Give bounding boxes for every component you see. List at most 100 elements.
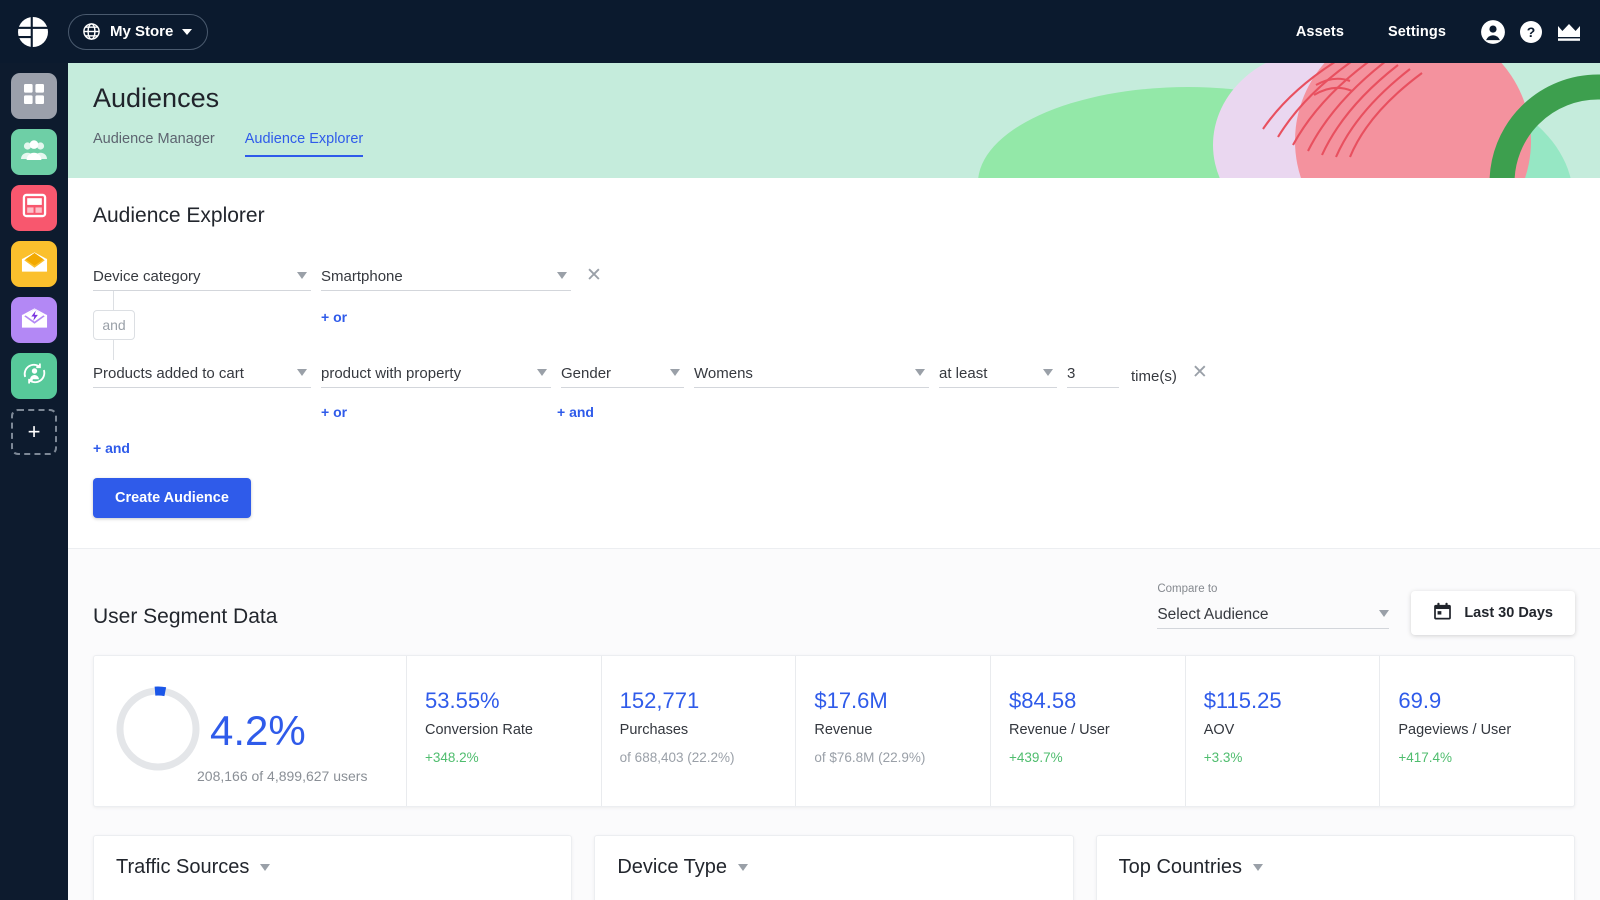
- property-type-select[interactable]: product with property: [321, 359, 551, 388]
- remove-filter-row-1-icon[interactable]: ✕: [583, 266, 605, 288]
- metrics-strip: 4.2% 208,166 of 4,899,627 users 53.55% C…: [93, 655, 1575, 807]
- user-segment-data-section: User Segment Data Compare to Select Audi…: [68, 549, 1600, 629]
- store-selector[interactable]: My Store: [68, 14, 208, 50]
- metric-delta: +348.2%: [425, 750, 601, 765]
- chevron-down-icon: [1379, 610, 1389, 617]
- chevron-down-icon: [260, 864, 270, 871]
- grid-logo-icon[interactable]: [16, 15, 50, 49]
- segment-header: User Segment Data Compare to Select Audi…: [93, 583, 1575, 629]
- metric-label: AOV: [1204, 722, 1380, 738]
- panel-title-selector[interactable]: Device Type: [617, 856, 748, 879]
- add-or-row-1[interactable]: + or: [321, 309, 347, 325]
- panel-title-selector[interactable]: Traffic Sources: [116, 856, 270, 879]
- chevron-down-icon: [182, 29, 192, 35]
- comparator-select[interactable]: at least: [939, 359, 1057, 388]
- compare-audience-select[interactable]: Select Audience: [1157, 601, 1389, 629]
- event-select[interactable]: Products added to cart: [93, 359, 311, 388]
- calendar-icon: [1433, 602, 1452, 625]
- panel-title-label: Device Type: [617, 856, 727, 879]
- sidebar-item-email[interactable]: [11, 241, 57, 287]
- chevron-down-icon: [297, 369, 307, 376]
- metric-label: Pageviews / User: [1398, 722, 1574, 738]
- segment-percentage-value: 4.2%: [210, 710, 306, 752]
- property-name-select[interactable]: Gender: [561, 359, 684, 388]
- chevron-down-icon: [1253, 864, 1263, 871]
- chevron-down-icon: [297, 272, 307, 279]
- metric-label: Revenue: [814, 722, 990, 738]
- metric-delta: +3.3%: [1204, 750, 1380, 765]
- chevron-down-icon: [915, 369, 925, 376]
- nav-link-settings[interactable]: Settings: [1366, 24, 1468, 40]
- add-or-row-2[interactable]: + or: [321, 404, 347, 420]
- chevron-down-icon: [670, 369, 680, 376]
- chevron-down-icon: [557, 272, 567, 279]
- query-builder: and Device category Smartphone ✕ + or: [93, 262, 1575, 518]
- metric-value: $17.6M: [814, 689, 990, 713]
- panel-title-label: Top Countries: [1119, 856, 1242, 879]
- bottom-panels-row: Traffic Sources Device Type 100% Top Cou…: [93, 835, 1575, 900]
- device-value-select[interactable]: Smartphone: [321, 262, 571, 291]
- people-group-icon: [20, 138, 48, 167]
- metric-label: Conversion Rate: [425, 722, 601, 738]
- group-connector-and: and: [93, 310, 135, 340]
- property-value-select[interactable]: Womens: [694, 359, 929, 388]
- sidebar-item-audiences[interactable]: [11, 129, 57, 175]
- metric-value: $115.25: [1204, 689, 1380, 713]
- layout-page-icon: [22, 193, 47, 223]
- segment-donut-chart: [112, 683, 204, 780]
- metric-delta: of $76.8M (22.9%): [814, 750, 990, 765]
- metric-card-aov: $115.25 AOV +3.3%: [1185, 656, 1380, 806]
- metric-card-revenue: $17.6M Revenue of $76.8M (22.9%): [795, 656, 990, 806]
- count-input[interactable]: 3: [1067, 359, 1119, 388]
- metric-card-purchases: 152,771 Purchases of 688,403 (22.2%): [601, 656, 796, 806]
- top-nav-right-group: Assets Settings ?: [1274, 19, 1600, 45]
- add-and-row-2[interactable]: + and: [557, 404, 594, 420]
- section-title-user-segment-data: User Segment Data: [93, 605, 277, 629]
- metric-delta: of 688,403 (22.2%): [620, 750, 796, 765]
- tab-audience-explorer[interactable]: Audience Explorer: [245, 131, 364, 157]
- chevron-down-icon: [1043, 369, 1053, 376]
- sidebar-item-automation[interactable]: [11, 297, 57, 343]
- segment-users-caption: 208,166 of 4,899,627 users: [197, 768, 367, 784]
- page-hero-banner: Audiences Audience Manager Audience Expl…: [68, 63, 1600, 178]
- tab-audience-manager[interactable]: Audience Manager: [93, 131, 215, 157]
- metric-value: 69.9: [1398, 689, 1574, 713]
- metric-value: 152,771: [620, 689, 796, 713]
- add-and-group[interactable]: + and: [93, 440, 130, 456]
- globe-icon: [82, 22, 101, 41]
- page-title: Audiences: [93, 83, 1600, 114]
- sidebar-add-button[interactable]: +: [11, 409, 57, 455]
- user-sync-icon: [21, 361, 48, 391]
- store-name-label: My Store: [110, 23, 173, 40]
- section-title-audience-explorer: Audience Explorer: [93, 204, 1575, 228]
- help-icon[interactable]: ?: [1518, 19, 1544, 45]
- filter-row-1: Device category Smartphone ✕: [93, 262, 1575, 291]
- envelope-icon: [21, 251, 48, 278]
- device-category-select[interactable]: Device category: [93, 262, 311, 291]
- sidebar-item-retention[interactable]: [11, 353, 57, 399]
- nav-link-assets[interactable]: Assets: [1274, 24, 1366, 40]
- metric-label: Purchases: [620, 722, 796, 738]
- connector-line-top: [113, 291, 114, 311]
- sidebar-item-dashboard[interactable]: [11, 73, 57, 119]
- crown-icon[interactable]: [1556, 19, 1582, 45]
- remove-filter-row-2-icon[interactable]: ✕: [1189, 363, 1211, 385]
- metric-card-revenue-per-user: $84.58 Revenue / User +439.7%: [990, 656, 1185, 806]
- page-tabs: Audience Manager Audience Explorer: [93, 131, 1600, 157]
- panel-device-type: Device Type 100%: [594, 835, 1073, 900]
- panel-traffic-sources: Traffic Sources: [93, 835, 572, 900]
- grid-squares-icon: [22, 82, 46, 111]
- audience-explorer-card: Audience Explorer and Device category Sm…: [68, 178, 1600, 549]
- chevron-down-icon: [537, 369, 547, 376]
- create-audience-button[interactable]: Create Audience: [93, 478, 251, 518]
- panel-title-selector[interactable]: Top Countries: [1119, 856, 1263, 879]
- count-unit-label: time(s): [1131, 368, 1177, 385]
- account-icon[interactable]: [1480, 19, 1506, 45]
- metric-card-conversion-rate: 53.55% Conversion Rate +348.2%: [406, 656, 601, 806]
- sidebar-item-landing-pages[interactable]: [11, 185, 57, 231]
- date-range-button[interactable]: Last 30 Days: [1411, 591, 1575, 635]
- svg-text:?: ?: [1527, 24, 1536, 40]
- compare-to-label: Compare to: [1157, 583, 1389, 595]
- metric-delta: +417.4%: [1398, 750, 1574, 765]
- compare-to-control: Compare to Select Audience: [1157, 583, 1389, 629]
